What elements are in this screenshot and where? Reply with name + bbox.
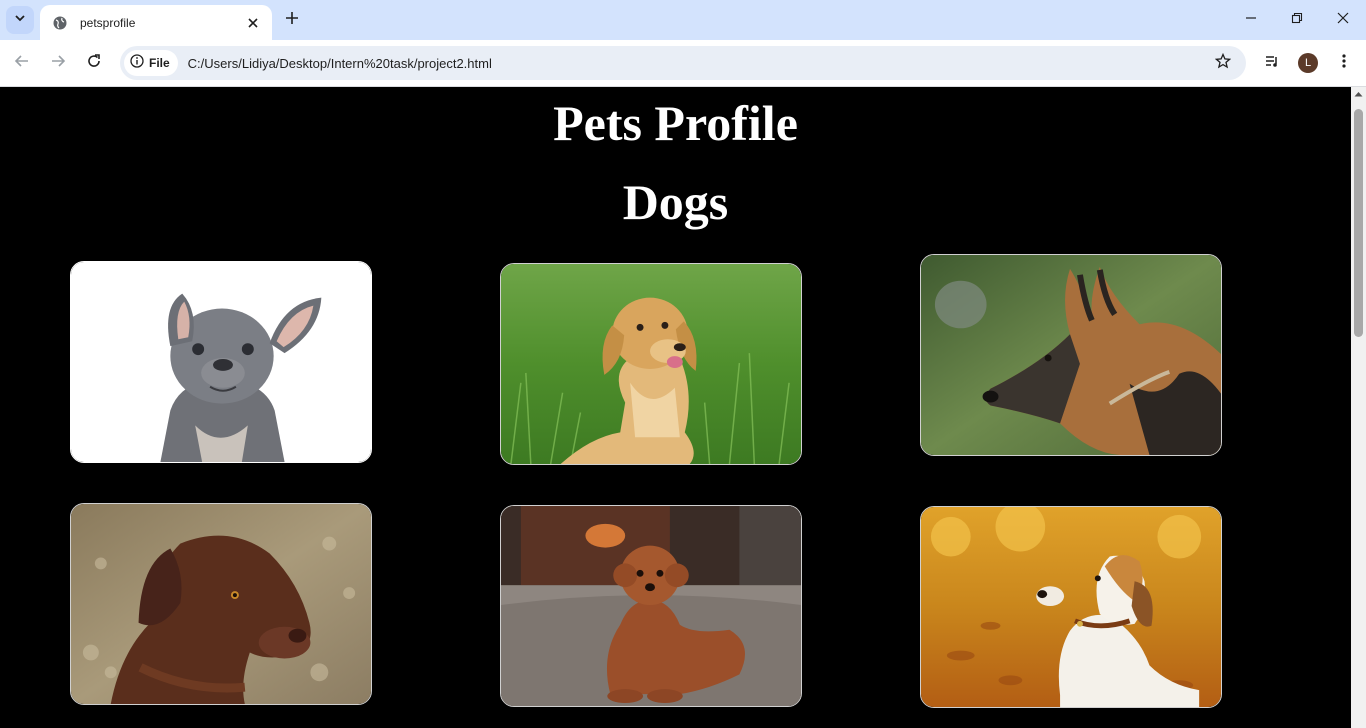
arrow-right-icon: [50, 53, 66, 74]
plus-icon: [285, 11, 299, 30]
window-controls: [1228, 0, 1366, 40]
address-bar[interactable]: File C:/Users/Lidiya/Desktop/Intern%20ta…: [120, 46, 1246, 80]
dog-card-toy-poodle: [500, 505, 802, 707]
toy-poodle-photo: [501, 506, 801, 706]
media-controls-button[interactable]: [1258, 49, 1286, 77]
section-title: Dogs: [622, 174, 729, 230]
globe-icon: [52, 15, 68, 31]
page-title: Pets Profile: [553, 95, 798, 151]
scrollbar-thumb[interactable]: [1354, 109, 1363, 337]
french-bulldog-photo: [71, 262, 371, 462]
site-chip-label: File: [149, 56, 170, 70]
browser-toolbar: File C:/Users/Lidiya/Desktop/Intern%20ta…: [0, 40, 1366, 87]
close-tab-icon[interactable]: [244, 14, 262, 32]
new-tab-button[interactable]: [280, 8, 304, 32]
dog-card-golden-retriever: [500, 263, 802, 465]
dog-card-chocolate-labrador: [70, 503, 372, 705]
chevron-down-icon: [14, 11, 26, 29]
more-vertical-icon: [1342, 53, 1346, 74]
dog-card-beagle: [920, 506, 1222, 708]
profile-button[interactable]: L: [1294, 49, 1322, 77]
back-button[interactable]: [8, 49, 36, 77]
close-icon: [1337, 11, 1349, 29]
german-shepherd-photo: [921, 255, 1221, 455]
chocolate-labrador-photo: [71, 504, 371, 704]
dog-card-french-bulldog: [70, 261, 372, 463]
close-window-button[interactable]: [1320, 0, 1366, 40]
active-tab[interactable]: petsprofile: [40, 5, 272, 40]
menu-button[interactable]: [1330, 49, 1358, 77]
golden-retriever-photo: [501, 264, 801, 464]
page-viewport: Pets Profile Dogs: [0, 87, 1351, 728]
scroll-up-arrow-icon[interactable]: [1354, 89, 1363, 98]
url-text[interactable]: C:/Users/Lidiya/Desktop/Intern%20task/pr…: [188, 56, 1208, 71]
star-icon: [1214, 52, 1232, 74]
beagle-photo: [921, 507, 1221, 707]
tab-search-button[interactable]: [6, 6, 34, 34]
restore-button[interactable]: [1274, 0, 1320, 40]
avatar: L: [1298, 53, 1318, 73]
tab-strip: petsprofile: [0, 0, 1366, 40]
forward-button[interactable]: [44, 49, 72, 77]
reload-icon: [86, 53, 102, 74]
minimize-button[interactable]: [1228, 0, 1274, 40]
site-info-chip[interactable]: File: [124, 50, 178, 76]
playlist-icon: [1264, 53, 1280, 74]
reload-button[interactable]: [80, 49, 108, 77]
dog-card-german-shepherd: [920, 254, 1222, 456]
restore-icon: [1291, 11, 1303, 29]
minimize-icon: [1245, 11, 1257, 29]
page-scrollbar[interactable]: [1351, 87, 1366, 728]
info-icon: [130, 53, 144, 73]
tab-title: petsprofile: [80, 15, 136, 30]
arrow-left-icon: [14, 53, 30, 74]
bookmark-button[interactable]: [1208, 48, 1238, 78]
